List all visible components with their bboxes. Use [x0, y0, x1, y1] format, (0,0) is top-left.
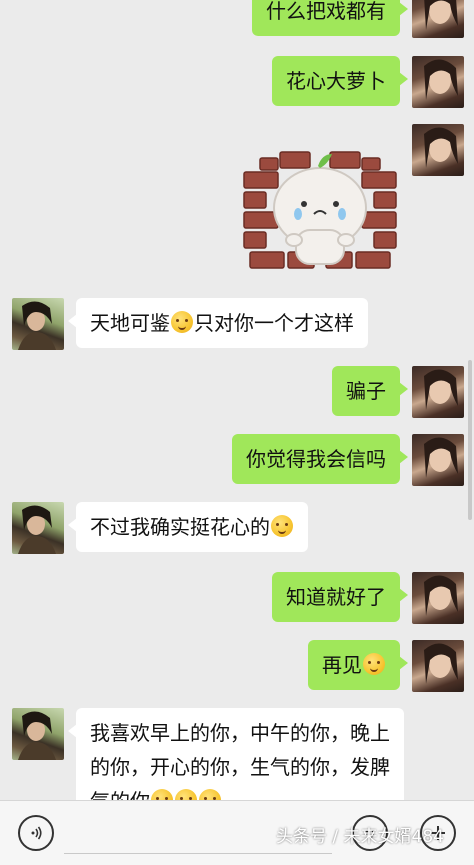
contact-avatar[interactable]	[12, 502, 64, 554]
message-bubble[interactable]: 什么把戏都有	[252, 0, 408, 36]
message-text: 天地可鉴	[90, 311, 170, 335]
sticker-bun-behind-wall[interactable]	[240, 130, 400, 280]
message-bubble[interactable]: 我喜欢早上的你，中午的你，晚上的你，开心的你，生气的你，发脾气的你	[68, 708, 404, 800]
crying-laughing-emoji	[171, 311, 193, 333]
my-avatar[interactable]	[412, 366, 464, 418]
message-bubble[interactable]: 花心大萝卜	[272, 56, 408, 106]
message-bubble[interactable]: 天地可鉴 只对你一个才这样	[68, 298, 368, 348]
message-bubble[interactable]: 骗子	[332, 366, 408, 416]
my-avatar[interactable]	[412, 434, 464, 486]
message-text: 只对你一个才这样	[194, 311, 354, 335]
message-bubble[interactable]: 知道就好了	[272, 572, 408, 622]
message-bubble[interactable]: 不过我确实挺花心的	[68, 502, 308, 552]
my-avatar[interactable]	[412, 124, 464, 176]
watermark: 头条号 / 未来女婿484	[276, 827, 444, 847]
contact-avatar[interactable]	[12, 708, 64, 760]
message-text: 不过我确实挺花心的	[90, 515, 270, 539]
upside-down-emoji	[151, 789, 173, 800]
message-text: 我喜欢早上的你，中午的你，晚上的你，开心的你，生气的你，发脾气的你	[90, 721, 390, 800]
chat-area[interactable]: 什么把戏都有 花心大萝卜 天地可鉴 只对你一个才这样 骗子 你觉得我会信吗 不过…	[0, 0, 474, 800]
upside-down-emoji	[199, 789, 221, 800]
message-bubble[interactable]: 再见	[308, 640, 408, 690]
my-avatar[interactable]	[412, 0, 464, 38]
upside-down-emoji	[175, 789, 197, 800]
thinking-emoji	[363, 653, 385, 675]
smile-emoji	[271, 515, 293, 537]
my-avatar[interactable]	[412, 572, 464, 624]
message-bubble[interactable]: 你觉得我会信吗	[232, 434, 408, 484]
message-text: 再见	[322, 653, 362, 677]
my-avatar[interactable]	[412, 56, 464, 108]
my-avatar[interactable]	[412, 640, 464, 692]
contact-avatar[interactable]	[12, 298, 64, 350]
voice-icon[interactable]	[18, 815, 54, 851]
scrollbar[interactable]	[468, 360, 472, 520]
